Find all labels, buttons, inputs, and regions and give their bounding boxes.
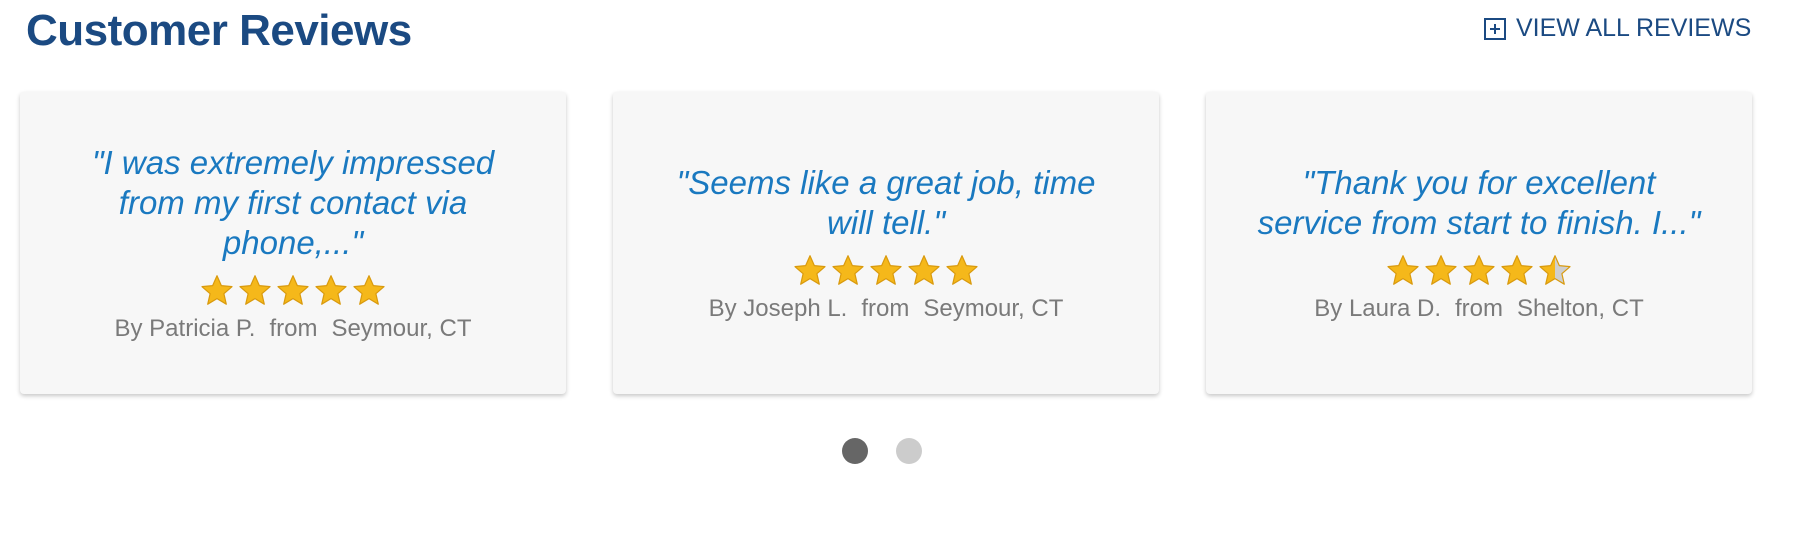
reviewer-location: Seymour, CT	[331, 315, 472, 342]
from-label: from	[861, 295, 910, 322]
from-label: from	[269, 315, 318, 342]
review-quote: "I was extremely impressed from my first…	[91, 144, 495, 261]
page-title: Customer Reviews	[26, 6, 412, 55]
star-icon	[1539, 255, 1571, 285]
from-label: from	[1455, 295, 1503, 322]
carousel-dot[interactable]	[896, 438, 922, 464]
star-icon	[201, 275, 233, 305]
star-icon	[794, 255, 826, 285]
view-all-reviews-label: VIEW ALL REVIEWS	[1516, 14, 1752, 42]
star-icon	[1387, 255, 1419, 285]
star-icon	[315, 275, 347, 305]
reviews-header: Customer Reviews VIEW ALL REVIEWS	[0, 0, 1804, 80]
reviewer-location: Shelton, CT	[1517, 295, 1644, 322]
star-icon	[908, 255, 940, 285]
reviewer-name: By Patricia P.	[114, 315, 256, 342]
star-icon	[239, 275, 271, 305]
review-byline: By Patricia P. from Seymour, CT	[115, 315, 472, 343]
star-icon	[1463, 255, 1495, 285]
review-byline: By Joseph L. from Seymour, CT	[709, 295, 1064, 323]
carousel-dot[interactable]	[842, 438, 868, 464]
review-card: "Seems like a great job, time will tell.…	[613, 92, 1159, 394]
review-card: "Thank you for excellent service from st…	[1206, 92, 1752, 394]
star-icon	[946, 255, 978, 285]
review-card: "I was extremely impressed from my first…	[20, 92, 566, 394]
view-all-reviews-link[interactable]: VIEW ALL REVIEWS	[1484, 14, 1751, 43]
review-quote: "Seems like a great job, time will tell.…	[676, 164, 1096, 241]
star-rating	[1385, 253, 1573, 291]
star-icon	[1425, 255, 1457, 285]
plus-box-icon	[1484, 17, 1506, 40]
star-icon	[832, 255, 864, 285]
reviews-carousel: "I was extremely impressed from my first…	[20, 92, 1790, 394]
star-icon	[870, 255, 902, 285]
reviewer-location: Seymour, CT	[923, 295, 1064, 322]
reviewer-name: By Joseph L.	[708, 295, 848, 322]
star-icon	[353, 275, 385, 305]
star-icon	[277, 275, 309, 305]
star-icon	[1501, 255, 1533, 285]
review-quote: "Thank you for excellent service from st…	[1257, 164, 1701, 241]
star-rating	[792, 253, 980, 291]
reviewer-name: By Laura D.	[1314, 295, 1441, 322]
review-byline: By Laura D. from Shelton, CT	[1314, 295, 1643, 323]
star-rating	[199, 273, 387, 311]
